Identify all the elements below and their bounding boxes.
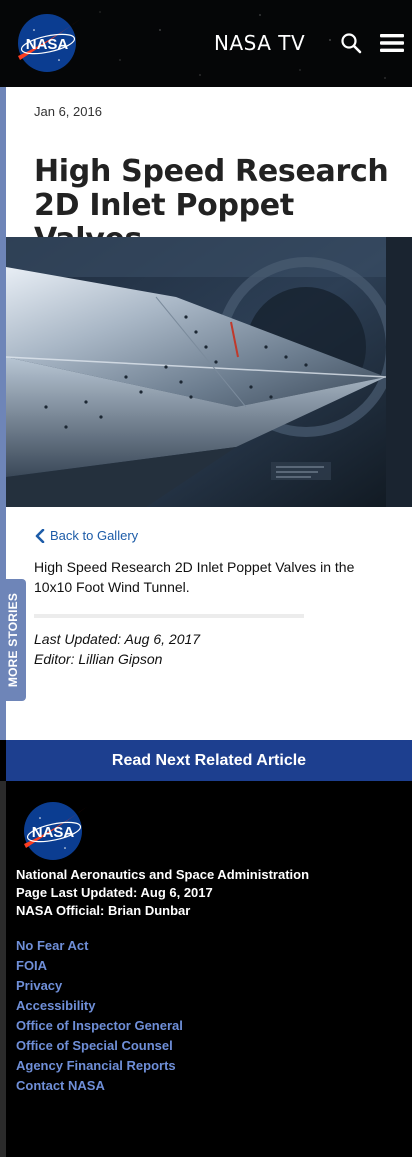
footer-link-no-fear-act[interactable]: No Fear Act — [16, 938, 88, 953]
footer-org-info: National Aeronautics and Space Administr… — [16, 866, 309, 920]
svg-text:NASA: NASA — [32, 824, 75, 841]
back-to-gallery-link[interactable]: Back to Gallery — [34, 528, 138, 543]
org-name: National Aeronautics and Space Administr… — [16, 867, 310, 882]
nasa-tv-link[interactable]: NASA TV — [214, 31, 305, 55]
image-caption: High Speed Research 2D Inlet Poppet Valv… — [34, 559, 355, 595]
read-next-related-article-button[interactable]: Read Next Related Article — [6, 740, 412, 781]
footer-link-foia[interactable]: FOIA — [16, 958, 47, 973]
footer-link-inspector-general[interactable]: Office of Inspector General — [16, 1018, 183, 1033]
back-to-gallery-label: Back to Gallery — [50, 528, 139, 543]
wind-tunnel-photo[interactable] — [6, 237, 412, 507]
editor-text: Editor: Lillian Gipson — [34, 651, 163, 667]
site-footer: NASA National Aeronautics and Space Admi… — [0, 781, 412, 1157]
article-meta: Last Updated: Aug 6, 2017 Editor: Lillia… — [34, 629, 200, 669]
more-stories-label: MORE STORIES — [6, 592, 20, 688]
article-date: Jan 6, 2016 — [34, 104, 102, 119]
site-header: NASA NASA TV — [0, 0, 412, 87]
footer-link-privacy[interactable]: Privacy — [16, 978, 62, 993]
nasa-official: NASA Official: Brian Dunbar — [16, 903, 191, 918]
hamburger-menu-icon[interactable] — [380, 33, 404, 53]
article-card: Jan 6, 2016 High Speed Research 2D Inlet… — [6, 87, 412, 740]
nasa-logo[interactable]: NASA — [14, 12, 84, 74]
page-last-updated: Page Last Updated: Aug 6, 2017 — [16, 885, 213, 900]
footer-link-financial-reports[interactable]: Agency Financial Reports — [16, 1058, 176, 1073]
footer-link-accessibility[interactable]: Accessibility — [16, 998, 96, 1013]
nasa-footer-logo[interactable]: NASA — [20, 800, 90, 862]
svg-text:NASA: NASA — [26, 36, 69, 53]
more-stories-tab[interactable]: MORE STORIES — [0, 579, 26, 701]
footer-links: No Fear Act FOIA Privacy Accessibility O… — [16, 936, 183, 1096]
chevron-left-icon — [35, 528, 45, 543]
search-icon[interactable] — [340, 32, 362, 54]
footer-link-contact-nasa[interactable]: Contact NASA — [16, 1078, 105, 1093]
footer-link-special-counsel[interactable]: Office of Special Counsel — [16, 1038, 173, 1053]
last-updated-text: Last Updated: Aug 6, 2017 — [34, 631, 201, 647]
caption-divider — [34, 614, 304, 618]
footer-left-strip — [0, 781, 6, 1157]
